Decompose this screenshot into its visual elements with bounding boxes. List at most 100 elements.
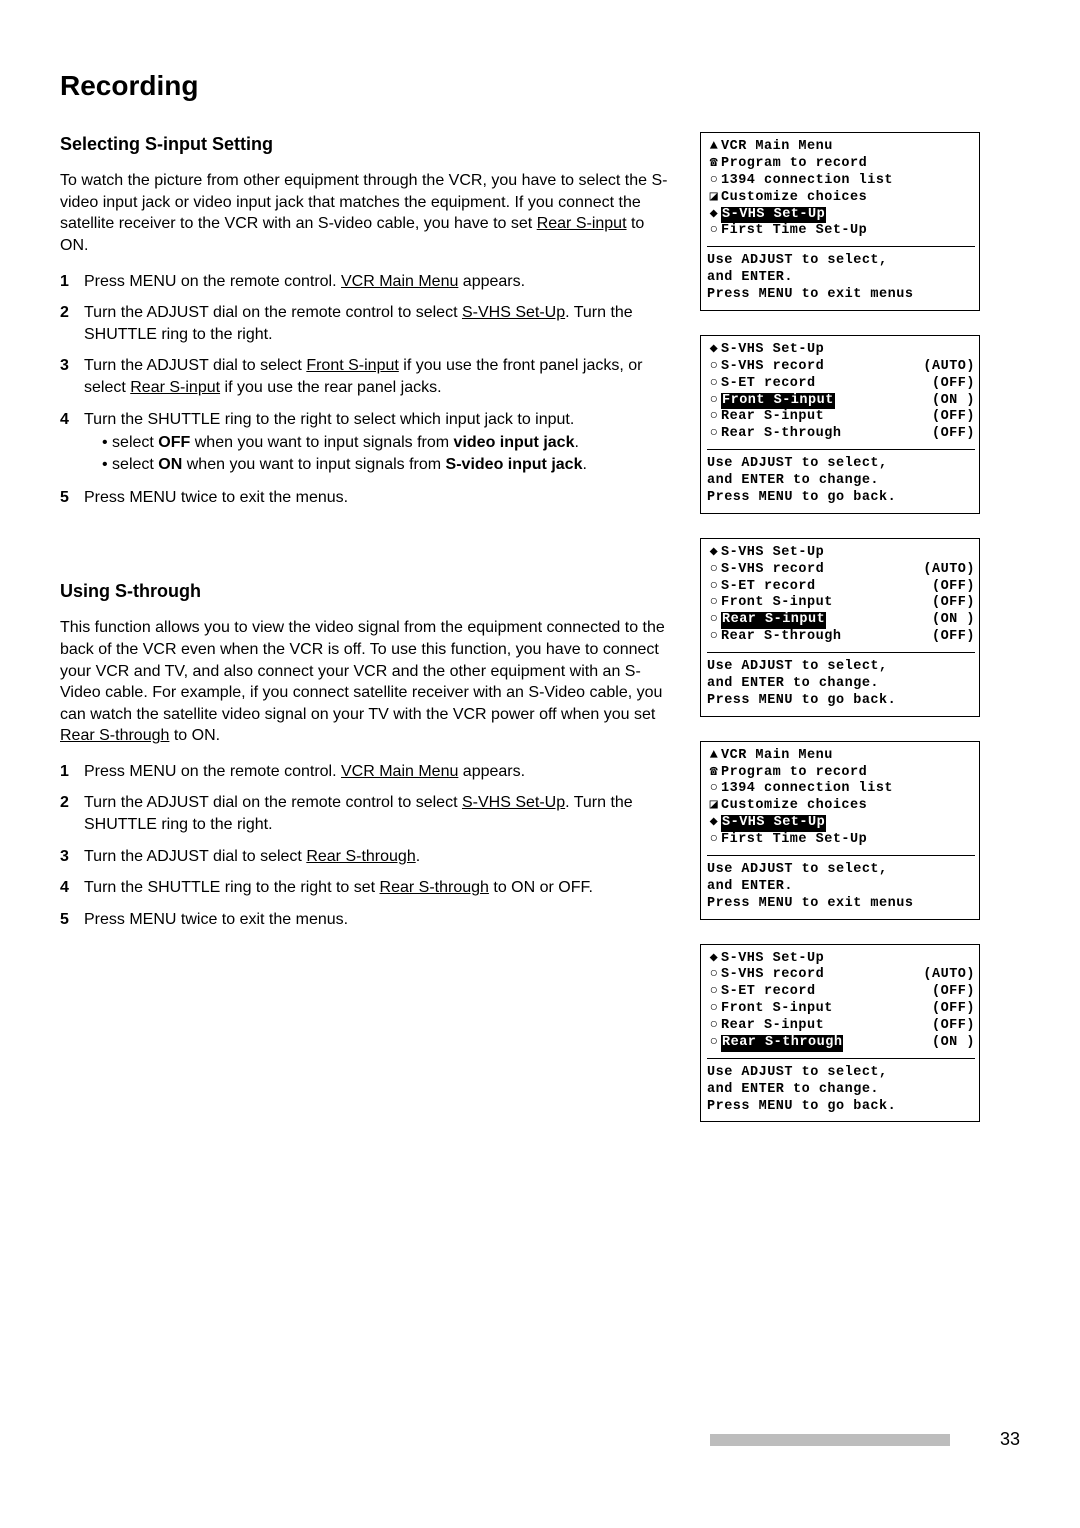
osd-label: Rear S-through (721, 629, 841, 646)
osd-panel: ◆S-VHS Set-Up○S-VHS record(AUTO)○S-ET re… (700, 538, 980, 717)
osd-value: (ON ) (932, 1035, 975, 1052)
bullet-icon: ☎ (707, 156, 721, 173)
osd-help-line: Press MENU to go back. (707, 693, 975, 710)
osd-row: ○Rear S-through(ON ) (707, 1035, 975, 1052)
osd-help-line: Use ADJUST to select, (707, 862, 975, 879)
osd-row: ○Rear S-input(OFF) (707, 1018, 975, 1035)
osd-row: ○Front S-input(OFF) (707, 1001, 975, 1018)
osd-value: (OFF) (932, 595, 975, 612)
bullet-icon: ○ (707, 1035, 721, 1052)
osd-label: Customize choices (721, 798, 867, 815)
osd-header: ◆S-VHS Set-Up (707, 545, 975, 562)
osd-label: First Time Set-Up (721, 832, 867, 849)
osd-row: ○S-VHS record(AUTO) (707, 359, 975, 376)
osd-row: ○S-VHS record(AUTO) (707, 967, 975, 984)
osd-row: ◆S-VHS Set-Up (707, 207, 975, 224)
osd-row: ○Front S-input (OFF) (707, 595, 975, 612)
left-column: Selecting S-input Setting To watch the p… (60, 132, 670, 990)
text: This function allows you to view the vid… (60, 619, 665, 722)
osd-help-line: and ENTER to change. (707, 1082, 975, 1099)
osd-panel: ▲VCR Main Menu☎Program to record○1394 co… (700, 741, 980, 920)
osd-row: ○Rear S-input(OFF) (707, 409, 975, 426)
osd-label: 1394 connection list (721, 173, 893, 190)
bullet-item: select OFF when you want to input signal… (102, 432, 670, 454)
osd-title: S-VHS Set-Up (721, 545, 824, 562)
divider (707, 652, 975, 653)
osd-value: (AUTO) (923, 967, 975, 984)
osd-title: S-VHS Set-Up (721, 342, 824, 359)
step-num: 1 (60, 761, 84, 783)
list-item: 1 Press MENU on the remote control. VCR … (60, 761, 670, 783)
step-num: 5 (60, 487, 84, 509)
section1-intro: To watch the picture from other equipmen… (60, 170, 670, 256)
step-num: 5 (60, 909, 84, 931)
underline-text: Rear S-input (537, 215, 627, 232)
osd-help-line: Use ADJUST to select, (707, 253, 975, 270)
bullet-icon: ○ (707, 832, 721, 849)
osd-label: Customize choices (721, 190, 867, 207)
osd-value: (OFF) (932, 426, 975, 443)
footer-bar (710, 1434, 950, 1446)
osd-value: (OFF) (932, 1001, 975, 1018)
osd-row: ☎Program to record (707, 765, 975, 782)
text: to ON. (169, 727, 220, 744)
bullet-icon: ○ (707, 562, 721, 579)
bullet-icon: ○ (707, 426, 721, 443)
osd-label: Program to record (721, 156, 867, 173)
osd-title: VCR Main Menu (721, 748, 833, 765)
section2-intro: This function allows you to view the vid… (60, 617, 670, 747)
bullet-icon: ○ (707, 595, 721, 612)
bullet-icon: ◪ (707, 190, 721, 207)
divider (707, 246, 975, 247)
osd-help-line: Press MENU to exit menus (707, 287, 975, 304)
osd-label: S-VHS record (721, 562, 824, 579)
osd-help-line: and ENTER. (707, 270, 975, 287)
bullet-icon: ◆ (707, 207, 721, 224)
menu-icon: ◆ (707, 951, 721, 968)
osd-header: ◆S-VHS Set-Up (707, 951, 975, 968)
osd-header: ▲VCR Main Menu (707, 748, 975, 765)
bullet-icon: ○ (707, 359, 721, 376)
osd-help-line: Press MENU to go back. (707, 1099, 975, 1116)
list-item: 5 Press MENU twice to exit the menus. (60, 909, 670, 931)
page-number: 33 (1000, 1429, 1020, 1450)
osd-row: ○First Time Set-Up (707, 223, 975, 240)
osd-row: ○First Time Set-Up (707, 832, 975, 849)
list-item: 5 Press MENU twice to exit the menus. (60, 487, 670, 509)
osd-help-line: and ENTER to change. (707, 473, 975, 490)
osd-help-line: Use ADJUST to select, (707, 659, 975, 676)
list-item: 1 Press MENU on the remote control. VCR … (60, 271, 670, 293)
osd-row: ○Rear S-through (OFF) (707, 426, 975, 443)
step-num: 4 (60, 409, 84, 478)
osd-value: (OFF) (932, 984, 975, 1001)
osd-label: Rear S-input (721, 612, 826, 629)
osd-label: First Time Set-Up (721, 223, 867, 240)
section1-heading: Selecting S-input Setting (60, 132, 670, 156)
list-item: 4 Turn the SHUTTLE ring to the right to … (60, 877, 670, 899)
osd-value: (ON ) (932, 612, 975, 629)
list-item: 3 Turn the ADJUST dial to select Rear S-… (60, 846, 670, 868)
osd-value: (AUTO) (923, 359, 975, 376)
osd-label: Front S-input (721, 595, 833, 612)
bullet-icon: ○ (707, 223, 721, 240)
step-num: 2 (60, 302, 84, 345)
osd-value: (ON ) (932, 393, 975, 410)
osd-label: S-VHS Set-Up (721, 815, 826, 832)
step-num: 1 (60, 271, 84, 293)
bullet-icon: ○ (707, 409, 721, 426)
section1-steps: 1 Press MENU on the remote control. VCR … (60, 271, 670, 509)
osd-row: ◪Customize choices (707, 798, 975, 815)
osd-label: Rear S-through (721, 426, 841, 443)
osd-row: ○1394 connection list (707, 173, 975, 190)
osd-row: ○Front S-input(ON ) (707, 393, 975, 410)
bullet-icon: ○ (707, 393, 721, 410)
bullet-icon: ○ (707, 781, 721, 798)
osd-value: (OFF) (932, 629, 975, 646)
bullet-item: select ON when you want to input signals… (102, 454, 670, 476)
osd-help-line: Use ADJUST to select, (707, 1065, 975, 1082)
bullet-icon: ○ (707, 1018, 721, 1035)
menu-icon: ◆ (707, 545, 721, 562)
osd-title: VCR Main Menu (721, 139, 833, 156)
osd-label: Program to record (721, 765, 867, 782)
section2-steps: 1 Press MENU on the remote control. VCR … (60, 761, 670, 931)
